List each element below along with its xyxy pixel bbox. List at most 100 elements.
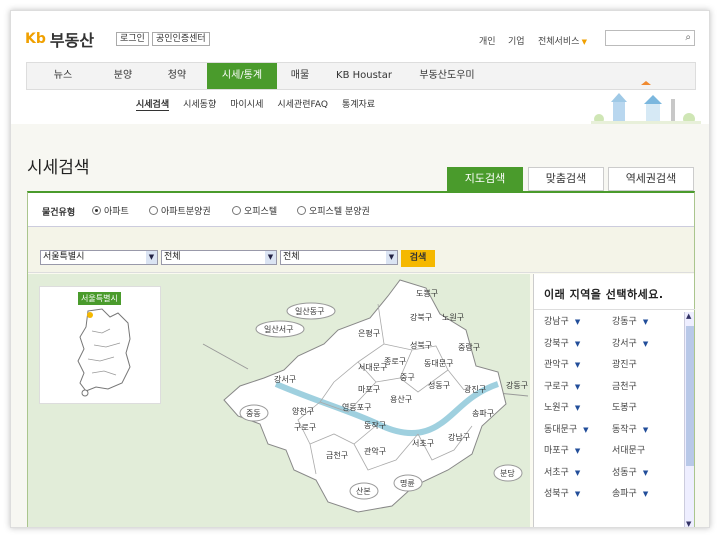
district-list-item[interactable]: 강북구 ▼	[544, 336, 580, 349]
radio-officetel[interactable]: 오피스텔	[232, 204, 277, 217]
district-list-item[interactable]: 광진구	[612, 357, 637, 370]
search-button[interactable]: 검색	[401, 250, 435, 267]
district-list-item[interactable]: 관악구 ▼	[544, 357, 580, 370]
list-scrollbar[interactable]: ▲ ▼	[684, 312, 694, 527]
subnav-trend[interactable]: 시세동향	[183, 97, 216, 111]
dong-select[interactable]: 전체 ▼	[280, 250, 398, 265]
subnav-price-search[interactable]: 시세검색	[136, 97, 170, 111]
link-personal[interactable]: 개인	[479, 34, 496, 47]
nav-listings[interactable]: 매물	[277, 63, 323, 89]
map-district-label[interactable]: 성북구	[410, 341, 432, 350]
map-district-label[interactable]: 영등포구	[342, 402, 371, 412]
search-icon[interactable]: ⌕	[685, 32, 691, 43]
map-district-label[interactable]: 금천구	[326, 450, 348, 460]
map-district-label[interactable]: 일산동구	[295, 306, 324, 316]
search-input[interactable]: ⌕	[605, 30, 695, 46]
subnav-faq[interactable]: 시세관련FAQ	[277, 97, 328, 111]
scroll-down-icon[interactable]: ▼	[686, 520, 691, 527]
map-district-label[interactable]: 강남구	[448, 432, 470, 442]
district-list-item[interactable]: 도봉구	[612, 400, 637, 413]
map-district-label[interactable]: 송파구	[472, 409, 494, 418]
district-list-item[interactable]: 노원구 ▼	[544, 400, 580, 413]
logo[interactable]: Kb 부동산	[25, 27, 94, 51]
chevron-down-icon[interactable]: ▼	[575, 469, 580, 477]
map-district-label[interactable]: 성동구	[428, 381, 450, 390]
nav-helper[interactable]: 부동산도우미	[405, 63, 489, 89]
district-name: 동작구	[612, 424, 637, 435]
radio-apartment[interactable]: 아파트	[92, 204, 129, 217]
nav-subscription[interactable]: 청약	[147, 63, 207, 89]
district-list-item[interactable]: 강서구 ▼	[612, 336, 648, 349]
chevron-down-icon[interactable]: ▼	[575, 340, 580, 348]
map-district-label[interactable]: 서초구	[412, 439, 434, 448]
district-list-item[interactable]: 서초구 ▼	[544, 465, 580, 478]
map-district-label[interactable]: 동대문구	[424, 359, 453, 368]
nav-news[interactable]: 뉴스	[27, 63, 99, 89]
map-district-label[interactable]: 강북구	[410, 312, 432, 322]
scroll-up-icon[interactable]: ▲	[686, 312, 691, 320]
map-district-label[interactable]: 관악구	[364, 446, 386, 456]
chevron-down-icon[interactable]: ▼	[643, 426, 648, 434]
map-district-label[interactable]: 구로구	[294, 423, 316, 432]
district-list-item[interactable]: 서대문구	[612, 443, 645, 456]
chevron-down-icon[interactable]: ▼	[575, 404, 580, 412]
tab-station-search[interactable]: 역세권검색	[608, 167, 694, 191]
district-list-item[interactable]: 송파구 ▼	[612, 486, 648, 499]
map-district-label[interactable]: 산본	[356, 486, 371, 496]
chevron-down-icon[interactable]: ▼	[575, 490, 580, 498]
link-all-services[interactable]: 전체서비스 ▼	[538, 34, 587, 47]
chevron-down-icon[interactable]: ▼	[575, 318, 580, 326]
map-district-label[interactable]: 용산구	[390, 394, 412, 404]
map-district-label[interactable]: 강서구	[274, 374, 296, 384]
chevron-down-icon[interactable]: ▼	[583, 426, 588, 434]
seoul-district-map[interactable]: 도봉구노원구강북구은평구성북구 중랑구일산동구일산서구종로구 동대문구서대문구중구마…	[28, 274, 530, 528]
district-list-item[interactable]: 동작구 ▼	[612, 422, 648, 435]
city-select[interactable]: 서울특별시 ▼	[40, 250, 158, 265]
chevron-down-icon[interactable]: ▼	[575, 383, 580, 391]
nav-houstar[interactable]: KB Houstar	[323, 63, 405, 89]
subnav-stats[interactable]: 통계자료	[342, 97, 375, 111]
nav-price-stats[interactable]: 시세/통계	[207, 63, 277, 89]
radio-officetel-presale[interactable]: 오피스텔 분양권	[297, 204, 370, 217]
radio-apartment-presale[interactable]: 아파트분양권	[149, 204, 211, 217]
map-district-label[interactable]: 명륜	[400, 478, 415, 488]
nav-sale[interactable]: 분양	[99, 63, 147, 89]
map-district-label[interactable]: 양천구	[292, 406, 314, 416]
district-list-item[interactable]: 마포구 ▼	[544, 443, 580, 456]
map-district-label[interactable]: 도봉구	[416, 289, 438, 298]
chevron-down-icon[interactable]: ▼	[643, 490, 648, 498]
district-list-item[interactable]: 성동구 ▼	[612, 465, 648, 478]
scroll-thumb[interactable]	[686, 326, 694, 466]
district-list-item[interactable]: 강남구 ▼	[544, 314, 580, 327]
map-district-label[interactable]: 광진구	[464, 384, 486, 394]
map-district-label[interactable]: 중동	[246, 409, 261, 418]
map-district-label[interactable]: 분당	[500, 468, 515, 478]
chevron-down-icon[interactable]: ▼	[643, 340, 648, 348]
map-district-label[interactable]: 마포구	[358, 385, 380, 394]
agent-center-button[interactable]: 공인인증센터	[152, 32, 210, 46]
chevron-down-icon[interactable]: ▼	[575, 447, 580, 455]
link-business[interactable]: 기업	[508, 34, 525, 47]
map-district-label[interactable]: 중구	[400, 373, 415, 382]
chevron-down-icon[interactable]: ▼	[643, 469, 648, 477]
district-select[interactable]: 전체 ▼	[161, 250, 277, 265]
map-district-label[interactable]: 서대문구	[358, 363, 387, 372]
district-list-item[interactable]: 동대문구 ▼	[544, 422, 589, 435]
map-area[interactable]: 서울특별시 도봉구 노원구 강북구 은평구 성북구 중랑구 일산동구 일산서구 종로구 동대문구 서…	[28, 274, 530, 528]
subnav-my-price[interactable]: 마이시세	[230, 97, 263, 111]
map-district-label[interactable]: 강동구	[506, 380, 528, 390]
tab-custom-search[interactable]: 맞춤검색	[528, 167, 604, 191]
district-list-item[interactable]: 강동구 ▼	[612, 314, 648, 327]
district-list-item[interactable]: 금천구	[612, 379, 637, 392]
tab-map-search[interactable]: 지도검색	[447, 167, 523, 191]
map-district-label[interactable]: 은평구	[358, 328, 380, 338]
chevron-down-icon[interactable]: ▼	[575, 361, 580, 369]
chevron-down-icon[interactable]: ▼	[643, 318, 648, 326]
district-list-item[interactable]: 구로구 ▼	[544, 379, 580, 392]
login-button[interactable]: 로그인	[116, 32, 149, 46]
map-district-label[interactable]: 동작구	[364, 420, 386, 430]
map-district-label[interactable]: 일산서구	[264, 324, 293, 334]
map-district-label[interactable]: 중랑구	[458, 342, 480, 352]
district-list-item[interactable]: 성북구 ▼	[544, 486, 580, 499]
map-district-label[interactable]: 노원구	[442, 313, 464, 322]
